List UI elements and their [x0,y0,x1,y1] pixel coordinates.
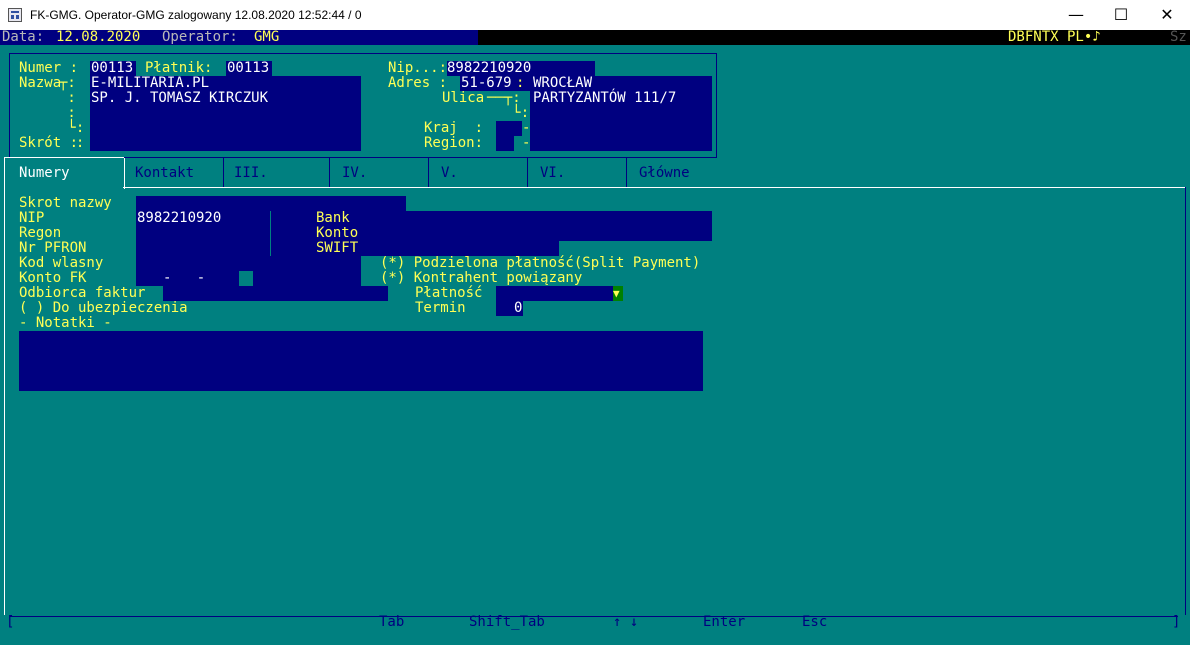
konto-fk-value: - - [163,270,206,286]
tab-vi-label: VI. [540,165,566,181]
bank-label: Bank [316,210,350,226]
tab-iv[interactable]: IV. [330,157,429,188]
key-arrows[interactable]: ↑ ↓ [613,615,638,630]
key-hint-bar [0,615,1190,632]
ubezpieczenia-checkbox[interactable]: ( ) Do ubezpieczenia [19,301,188,316]
key-hint-line [10,616,1178,631]
nr-pfron-field[interactable] [136,241,270,256]
tab-vi[interactable]: VI. [528,157,627,188]
platnik-value: 00113 [227,60,270,76]
swift-field[interactable] [379,241,559,256]
termin-label: Termin [415,300,466,316]
panel-right-border [1185,187,1186,615]
tab-iii[interactable]: III. [224,157,330,188]
tab-iv-label: IV. [342,165,368,181]
postal-code-value: 51-679 [461,75,512,91]
notatki-label: - Notatki - [19,315,112,331]
status-far-right: Sz [1170,29,1187,45]
nip-panel-value: 8982210920 [137,210,222,226]
tab-kontakt[interactable]: Kontakt [124,157,224,188]
app-icon [8,8,22,22]
adres-colon: : [516,75,525,91]
region-field[interactable] [496,136,514,151]
regon-label: Regon [19,225,62,241]
region-dash: - [522,135,531,151]
key-esc[interactable]: Esc [802,615,827,630]
window-title-bar: FK-GMG. Operator-GMG zalogowany 12.08.20… [0,0,1190,30]
bank-konto-field[interactable] [379,211,712,241]
tab-numery-label: Numery [19,165,70,181]
odbiorca-label: Odbiorca faktur [19,285,146,301]
split-payment-checkbox[interactable]: (*) Podzielona płatność(Split Payment) [380,256,700,271]
nazwa-label: Nazwa [19,75,62,91]
platnosc-dropdown[interactable]: ▼ [613,286,623,301]
termin-value: 0 [514,300,523,316]
panel-left-border [4,187,5,615]
city-value: WROCŁAW [533,75,593,91]
notatki-field[interactable] [19,331,703,391]
numer-label: Numer : [19,60,79,76]
region-label: Region: [424,135,484,151]
nazwa-line-1: E-MILITARIA.PL [91,75,210,91]
key-tab[interactable]: Tab [379,615,404,630]
skrot-nazwy-field[interactable] [136,196,406,211]
dropdown-arrow-icon: ▼ [613,287,620,300]
tab-numery[interactable]: Numery [4,157,125,189]
kraj-dash: - [522,120,531,136]
ulica-bracket: ──┬: └: [487,90,530,121]
minimize-button[interactable]: — [1053,0,1099,30]
status-date-value: 12.08.2020 [56,29,141,45]
tab-glowne[interactable]: Główne [627,157,717,188]
tab-v[interactable]: V. [429,157,528,188]
konto-fk-name-field[interactable] [253,271,361,286]
kraj-field[interactable] [496,121,522,136]
nip-label: Nip...: [388,60,448,76]
tab-v-label: V. [441,165,458,181]
tab-iii-label: III. [234,165,268,181]
tab-kontakt-label: Kontakt [135,165,195,181]
konto-fk-label: Konto FK [19,270,87,286]
nazwa-line-2: SP. J. TOMASZ KIRCZUK [91,90,269,106]
ulica-label: Ulica [442,90,485,106]
status-bar: Data: 12.08.2020 Operator: GMG DBFNTX PL… [0,30,1190,45]
nip-value: 8982210920 [447,60,532,76]
platnosc-field[interactable] [496,286,613,301]
window-title: FK-GMG. Operator-GMG zalogowany 12.08.20… [30,8,362,22]
nip-panel-label: NIP [19,210,45,226]
regon-field[interactable] [136,226,270,241]
status-driver-info: DBFNTX PL•♪ [1008,29,1101,45]
numer-value: 00113 [91,60,134,76]
adres-label: Adres : [388,75,448,91]
key-shift-tab[interactable]: Shift_Tab [469,615,545,630]
panel-top-border [123,187,1185,188]
key-bar-left-bracket: [ [6,614,15,630]
status-operator-label: Operator: [162,29,238,45]
key-enter[interactable]: Enter [703,615,745,630]
ulica-value: PARTYZANTÓW 111/7 [533,90,677,106]
status-operator-value: GMG [254,29,280,45]
swift-label: SWIFT [316,240,359,256]
konto-label: Konto [316,225,359,241]
maximize-button[interactable]: ☐ [1098,0,1144,30]
platnik-label: Płatnik: [145,60,213,76]
tab-glowne-label: Główne [639,165,690,181]
skrot-label: Skrót : [19,135,79,151]
skrot-nazwy-label: Skrot nazwy [19,195,112,211]
kraj-label: Kraj : [424,120,484,136]
kod-wlasny-label: Kod wlasny [19,255,104,271]
key-bar-right-bracket: ] [1172,614,1181,630]
kontrahent-powiazany-checkbox[interactable]: (*) Kontrahent powiązany [380,271,582,286]
odbiorca-field[interactable] [163,286,388,301]
nr-pfron-label: Nr PFRON [19,240,87,256]
kod-wlasny-field[interactable] [136,256,361,271]
status-date-label: Data: [2,29,45,45]
platnosc-label: Płatność [415,285,483,301]
close-button[interactable]: ✕ [1144,0,1190,30]
